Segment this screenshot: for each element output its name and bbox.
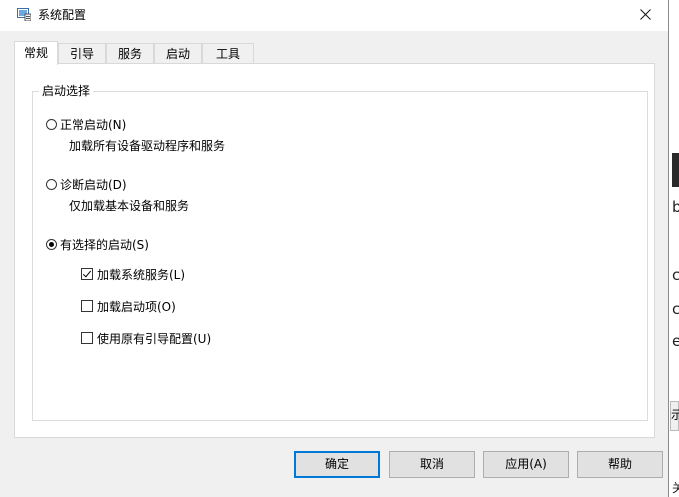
tab-tools[interactable]: 工具 xyxy=(202,43,254,63)
background-box-text: 示 xyxy=(671,408,679,422)
background-text: b xyxy=(672,198,679,216)
background-text: c xyxy=(672,266,679,284)
checkbox-use-original-boot-config[interactable]: 使用原有引导配置(U) xyxy=(81,330,211,346)
radio-diagnostic-startup[interactable]: 诊断启动(D) xyxy=(46,176,127,192)
option-description: 仅加载基本设备和服务 xyxy=(69,199,190,213)
background-dark-block xyxy=(672,153,679,187)
tab-services[interactable]: 服务 xyxy=(106,43,154,63)
ok-button[interactable]: 确定 xyxy=(294,451,380,478)
system-config-dialog: 系统配置 常规 引导 服务 启动 工具 启动选择 正常启动(N) 加载所有设备驱… xyxy=(0,0,669,497)
background-text: e xyxy=(672,332,679,350)
cancel-button[interactable]: 取消 xyxy=(389,451,475,478)
checkbox-icon[interactable] xyxy=(81,332,93,344)
close-button[interactable] xyxy=(622,0,668,31)
apply-button[interactable]: 应用(A) xyxy=(483,451,569,478)
radio-label: 有选择的启动(S) xyxy=(60,237,149,252)
group-legend: 启动选择 xyxy=(39,84,94,99)
radio-selective-startup[interactable]: 有选择的启动(S) xyxy=(46,236,149,252)
help-button[interactable]: 帮助 xyxy=(577,451,663,478)
general-tab-panel: 启动选择 正常启动(N) 加载所有设备驱动程序和服务 诊断启动(D) 仅加载基本… xyxy=(14,63,655,438)
window-title: 系统配置 xyxy=(38,8,87,22)
checkbox-label: 加载系统服务(L) xyxy=(97,267,186,282)
close-icon xyxy=(639,8,651,23)
radio-button-icon[interactable] xyxy=(46,118,57,130)
checkbox-label: 加载启动项(O) xyxy=(97,299,176,314)
tab-boot[interactable]: 引导 xyxy=(58,43,106,63)
radio-button-icon[interactable] xyxy=(46,238,57,250)
checkbox-label: 使用原有引导配置(U) xyxy=(97,331,212,346)
background-corner-text: 关 xyxy=(672,481,679,495)
background-text: c xyxy=(672,300,679,318)
radio-label: 正常启动(N) xyxy=(60,117,127,132)
radio-button-icon[interactable] xyxy=(46,178,57,190)
checkbox-load-system-services[interactable]: 加载系统服务(L) xyxy=(81,266,185,282)
checkbox-load-startup-items[interactable]: 加载启动项(O) xyxy=(81,298,176,314)
startup-selection-group: 启动选择 正常启动(N) 加载所有设备驱动程序和服务 诊断启动(D) 仅加载基本… xyxy=(32,84,648,421)
tab-startup[interactable]: 启动 xyxy=(154,43,202,63)
radio-normal-startup[interactable]: 正常启动(N) xyxy=(46,116,126,132)
checkbox-icon[interactable] xyxy=(81,268,93,280)
checkbox-icon[interactable] xyxy=(81,300,93,312)
option-description: 加载所有设备驱动程序和服务 xyxy=(69,139,226,153)
title-bar: 系统配置 xyxy=(0,0,668,31)
background-box: 示 xyxy=(670,401,679,431)
msconfig-icon xyxy=(17,8,32,22)
tab-general[interactable]: 常规 xyxy=(14,41,58,65)
radio-label: 诊断启动(D) xyxy=(60,177,127,192)
